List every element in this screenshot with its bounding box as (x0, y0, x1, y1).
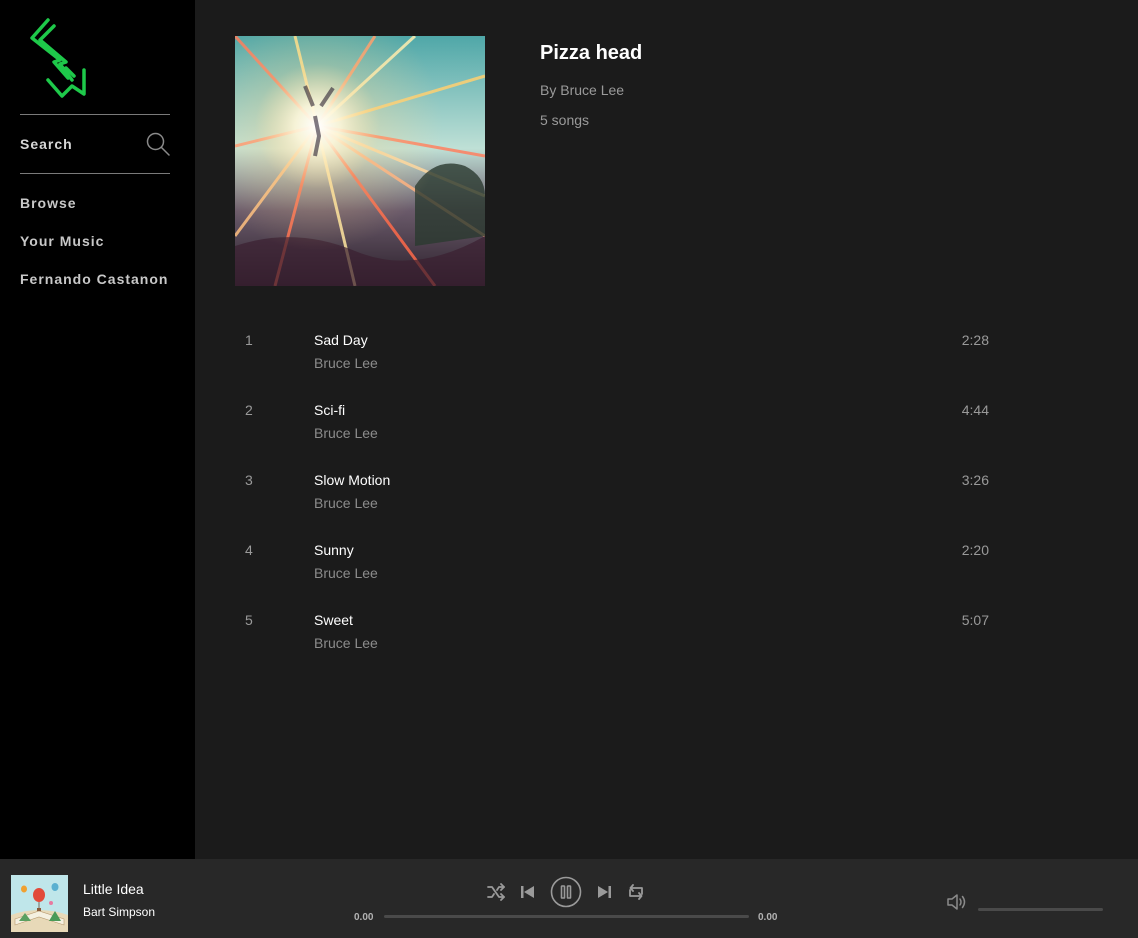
track-duration: 2:28 (961, 332, 989, 348)
track-artist: Bruce Lee (314, 495, 378, 511)
track-number: 2 (245, 402, 253, 418)
track-number: 5 (245, 612, 253, 628)
volume-icon[interactable] (946, 892, 968, 912)
sidebar: Search Browse Your Music Fernando Castan… (0, 0, 195, 859)
track-row[interactable]: 3 Slow Motion Bruce Lee 3:26 (235, 466, 995, 536)
track-list: 1 Sad Day Bruce Lee 2:28 2 Sci-fi Bruce … (235, 326, 995, 676)
track-title: Sad Day (314, 332, 368, 348)
search-icon[interactable] (146, 132, 170, 156)
pause-button[interactable] (550, 876, 582, 908)
album-view: Pizza head By Bruce Lee 5 songs 1 Sad Da… (195, 0, 1138, 859)
track-number: 3 (245, 472, 253, 488)
progress-bar[interactable] (384, 915, 749, 918)
track-artist: Bruce Lee (314, 425, 378, 441)
sidebar-item-profile[interactable]: Fernando Castanon (20, 271, 168, 287)
track-duration: 5:07 (961, 612, 989, 628)
track-row[interactable]: 5 Sweet Bruce Lee 5:07 (235, 606, 995, 676)
search-label: Search (20, 136, 73, 152)
repeat-icon[interactable] (627, 883, 645, 901)
sidebar-item-your-music[interactable]: Your Music (20, 233, 104, 249)
album-song-count: 5 songs (540, 112, 590, 128)
sidebar-divider-top (20, 114, 170, 115)
track-duration: 2:20 (961, 542, 989, 558)
total-time: 0.00 (758, 912, 778, 923)
sidebar-item-browse[interactable]: Browse (20, 195, 77, 211)
previous-icon[interactable] (520, 884, 536, 900)
track-artist: Bruce Lee (314, 635, 378, 651)
album-cover-image (235, 36, 485, 286)
next-icon[interactable] (596, 884, 612, 900)
track-duration: 4:44 (961, 402, 989, 418)
player-bar: Little Idea Bart Simpson 0.00 0.00 (0, 859, 1138, 938)
track-title: Slow Motion (314, 472, 391, 488)
current-time: 0.00 (354, 912, 374, 923)
sidebar-divider-bottom (20, 173, 170, 174)
track-number: 1 (245, 332, 253, 348)
track-title: Sweet (314, 612, 353, 628)
search-input[interactable]: Search (20, 128, 170, 160)
album-title: Pizza head (540, 42, 643, 64)
track-artist: Bruce Lee (314, 565, 378, 581)
track-row[interactable]: 1 Sad Day Bruce Lee 2:28 (235, 326, 995, 396)
track-number: 4 (245, 542, 253, 558)
album-artist[interactable]: By Bruce Lee (540, 82, 624, 98)
now-playing-artist[interactable]: Bart Simpson (83, 905, 155, 919)
track-title: Sci-fi (314, 402, 346, 418)
track-duration: 3:26 (961, 472, 989, 488)
now-playing-title[interactable]: Little Idea (83, 881, 144, 897)
now-playing-cover-image (11, 875, 68, 932)
track-title: Sunny (314, 542, 354, 558)
track-row[interactable]: 4 Sunny Bruce Lee 2:20 (235, 536, 995, 606)
track-row[interactable]: 2 Sci-fi Bruce Lee 4:44 (235, 396, 995, 466)
volume-slider[interactable] (978, 908, 1103, 911)
shuffle-icon[interactable] (486, 883, 506, 901)
track-artist: Bruce Lee (314, 355, 378, 371)
app-logo-icon[interactable] (26, 18, 90, 98)
